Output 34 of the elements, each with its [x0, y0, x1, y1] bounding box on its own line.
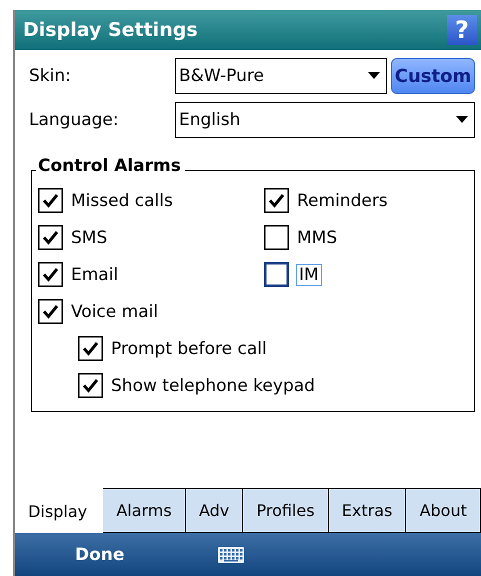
checkbox-label: IM	[297, 264, 321, 284]
tab[interactable]: Extras	[328, 488, 406, 533]
help-button[interactable]: ?	[447, 15, 477, 45]
done-button[interactable]: Done	[73, 542, 126, 566]
checkbox[interactable]	[38, 299, 63, 324]
tab[interactable]: About	[406, 488, 481, 533]
dropdown[interactable]: English	[175, 102, 475, 138]
tab[interactable]: Profiles	[243, 488, 329, 533]
caret-icon	[368, 72, 380, 80]
field-label: Skin:	[29, 66, 72, 86]
field-label: Language:	[29, 110, 120, 130]
caret-icon	[456, 116, 468, 124]
checkbox-label: Show telephone keypad	[111, 376, 315, 396]
checkbox[interactable]	[78, 373, 103, 398]
tab[interactable]: Adv	[186, 488, 244, 533]
dropdown[interactable]: B&W-Pure	[175, 58, 387, 94]
checkbox[interactable]	[264, 262, 289, 287]
checkbox[interactable]	[264, 225, 289, 250]
checkbox-label: MMS	[297, 228, 338, 248]
window-title: Display Settings	[23, 19, 198, 41]
checkbox[interactable]	[38, 188, 63, 213]
checkbox-label: Missed calls	[71, 190, 173, 210]
checkbox-label: Prompt before call	[111, 338, 267, 358]
checkbox-label: Email	[71, 264, 118, 284]
checkbox-label: Voice mail	[71, 302, 158, 322]
checkbox[interactable]	[38, 262, 63, 287]
custom-button[interactable]: Custom	[391, 58, 475, 94]
keyboard-icon[interactable]	[218, 546, 244, 562]
tab[interactable]: Alarms	[103, 488, 186, 533]
checkbox[interactable]	[264, 188, 289, 213]
checkbox-label: SMS	[71, 228, 108, 248]
checkbox-label: Reminders	[297, 190, 388, 210]
checkbox[interactable]	[38, 225, 63, 250]
checkbox[interactable]	[78, 336, 103, 361]
